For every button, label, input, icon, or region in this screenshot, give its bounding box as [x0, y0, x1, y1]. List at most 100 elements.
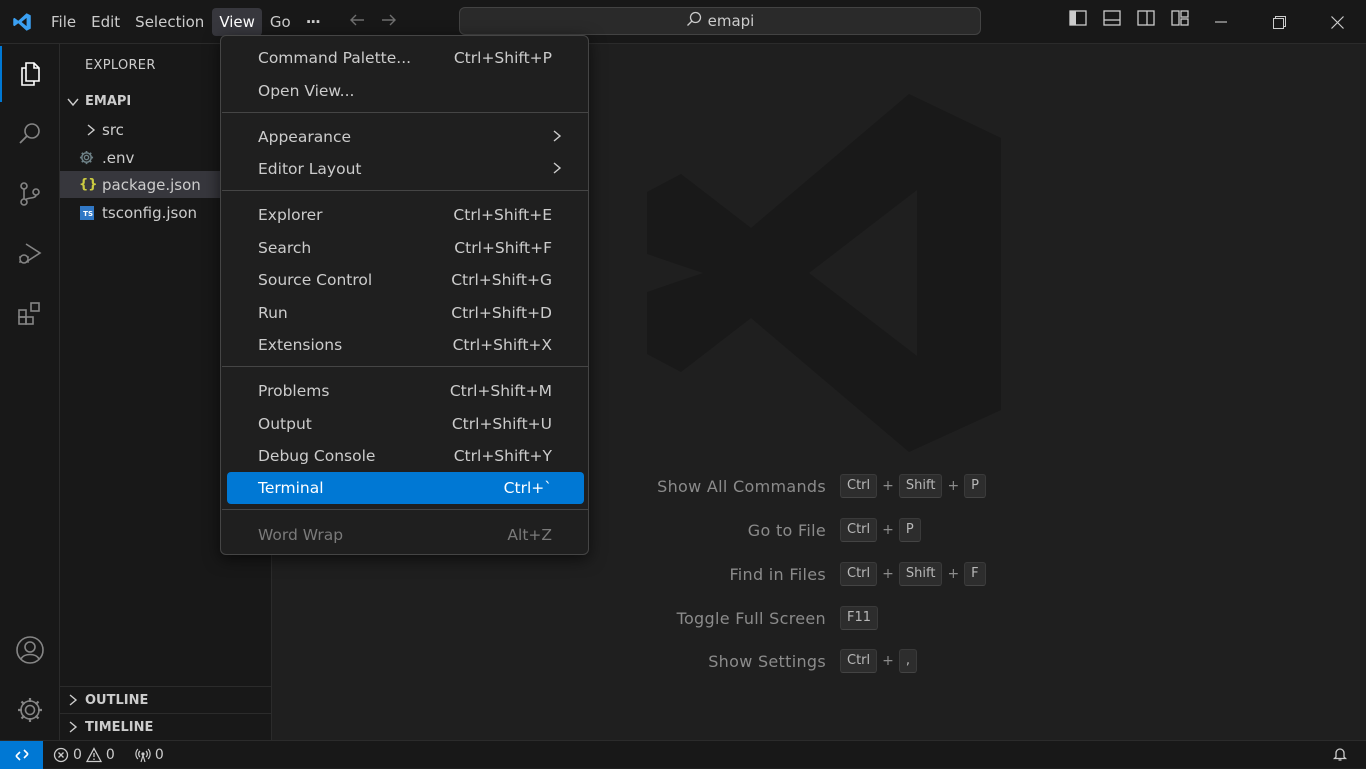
menu-item-search[interactable]: Search Ctrl+Shift+F: [227, 232, 584, 264]
remote-indicator-button[interactable]: [0, 740, 43, 769]
menu-separator: [222, 509, 588, 510]
menu-item-shortcut: Ctrl+Shift+G: [451, 271, 552, 289]
key-cap: P: [898, 518, 921, 542]
menu-item-label: Terminal: [258, 479, 324, 497]
toggle-secondary-sidebar-icon[interactable]: [1136, 8, 1156, 32]
manage-gear-icon[interactable]: [0, 682, 60, 738]
menu-item-label: Open View...: [258, 82, 355, 100]
menu-item-problems[interactable]: Problems Ctrl+Shift+M: [227, 375, 584, 407]
toggle-primary-sidebar-icon[interactable]: [1068, 8, 1088, 32]
menu-item-shortcut: Ctrl+Shift+D: [451, 304, 552, 322]
menu-item-shortcut: Ctrl+Shift+X: [452, 336, 552, 354]
menu-item-editor-layout[interactable]: Editor Layout: [227, 153, 584, 185]
layout-controls: [1068, 8, 1190, 32]
menu-item-label: Word Wrap: [258, 526, 344, 544]
accounts-activity-icon[interactable]: [0, 622, 60, 678]
shortcut-keys: F11: [840, 606, 879, 630]
menu-item-label: Problems: [258, 382, 330, 400]
shortcut-label: Show Settings: [708, 651, 826, 671]
menu-item-shortcut: Ctrl+Shift+Y: [453, 447, 552, 465]
shortcut-keys: Ctrl + P: [840, 518, 921, 542]
extensions-activity-icon[interactable]: [0, 286, 60, 342]
menu-item-run[interactable]: Run Ctrl+Shift+D: [227, 297, 584, 329]
chevron-right-icon: [66, 693, 85, 707]
window-controls: [1192, 0, 1366, 44]
shortcut-label: Show All Commands: [657, 476, 826, 496]
menu-item-word-wrap[interactable]: Word Wrap Alt+Z: [227, 519, 584, 551]
key-plus: +: [882, 478, 894, 494]
chevron-right-icon: [550, 129, 564, 147]
tree-item-label: src: [102, 120, 124, 139]
menu-edit[interactable]: Edit: [84, 8, 127, 36]
settings-gear-file-icon: [79, 150, 102, 165]
ports-status-item[interactable]: 0: [135, 747, 164, 763]
restore-button[interactable]: [1250, 0, 1308, 44]
outline-section-header[interactable]: OUTLINE: [60, 686, 271, 713]
customize-layout-icon[interactable]: [1170, 8, 1190, 32]
welcome-shortcut-toggle-full-screen: Toggle Full Screen F11: [273, 605, 1366, 631]
menu-item-debug-console[interactable]: Debug Console Ctrl+Shift+Y: [227, 440, 584, 472]
menu-item-label: Command Palette...: [258, 49, 412, 67]
menu-view[interactable]: View: [212, 7, 262, 36]
key-cap: Ctrl: [840, 649, 878, 673]
key-cap: Shift: [898, 562, 943, 586]
menu-go[interactable]: Go: [263, 8, 298, 36]
status-bar: 0 0 0: [0, 740, 1366, 769]
timeline-label: TIMELINE: [85, 719, 154, 735]
menu-item-shortcut: Ctrl+Shift+E: [453, 206, 552, 224]
menu-item-shortcut: Ctrl+Shift+P: [453, 49, 552, 67]
vscode-logo-icon: [0, 0, 44, 44]
menu-item-open-view[interactable]: Open View...: [227, 75, 584, 107]
menu-item-shortcut: Ctrl+`: [503, 479, 552, 497]
warning-count: 0: [105, 746, 115, 763]
menu-item-source-control[interactable]: Source Control Ctrl+Shift+G: [227, 264, 584, 296]
shortcut-keys: Ctrl + Shift + F: [840, 562, 986, 586]
remote-icon: [14, 748, 29, 761]
menu-item-label: Run: [258, 304, 288, 322]
toggle-panel-icon[interactable]: [1102, 8, 1122, 32]
timeline-section-header[interactable]: TIMELINE: [60, 713, 271, 740]
run-and-debug-activity-icon[interactable]: [0, 226, 60, 282]
problems-status-item[interactable]: 0 0: [53, 747, 115, 763]
navigation-arrows: [348, 11, 398, 33]
json-file-icon: {}: [79, 177, 98, 192]
explorer-activity-icon[interactable]: [0, 46, 60, 102]
shortcut-keys: Ctrl + ,: [840, 649, 918, 673]
title-bar: File Edit Selection View Go ··· emapi: [0, 0, 1366, 44]
menu-item-shortcut: Ctrl+Shift+U: [451, 415, 552, 433]
ts-badge: TS: [80, 205, 94, 220]
source-control-activity-icon[interactable]: [0, 166, 60, 222]
menu-item-label: Source Control: [258, 271, 373, 289]
menu-item-terminal[interactable]: Terminal Ctrl+`: [227, 472, 584, 504]
menu-item-label: Extensions: [258, 336, 343, 354]
key-cap: Ctrl: [840, 562, 878, 586]
key-cap: Shift: [898, 474, 943, 498]
shortcut-label: Find in Files: [729, 564, 826, 584]
menu-item-command-palette[interactable]: Command Palette... Ctrl+Shift+P: [227, 42, 584, 74]
notifications-bell-icon[interactable]: [1332, 746, 1348, 766]
warning-icon: [85, 746, 102, 762]
minimize-button[interactable]: [1192, 0, 1250, 44]
menu-item-appearance[interactable]: Appearance: [227, 121, 584, 153]
back-arrow-icon[interactable]: [348, 11, 366, 33]
menu-file[interactable]: File: [44, 8, 83, 36]
menu-selection[interactable]: Selection: [128, 8, 211, 36]
menu-separator: [222, 112, 588, 113]
menu-item-extensions[interactable]: Extensions Ctrl+Shift+X: [227, 329, 584, 361]
outline-label: OUTLINE: [85, 692, 149, 708]
key-cap: ,: [898, 649, 918, 673]
chevron-right-icon: [66, 720, 85, 734]
menu-item-label: Output: [258, 415, 312, 433]
key-plus: +: [882, 566, 894, 582]
forward-arrow-icon[interactable]: [380, 11, 398, 33]
menu-more-button[interactable]: ···: [299, 8, 327, 36]
menu-item-explorer[interactable]: Explorer Ctrl+Shift+E: [227, 199, 584, 231]
menu-item-output[interactable]: Output Ctrl+Shift+U: [227, 408, 584, 440]
menu-item-label: Debug Console: [258, 447, 376, 465]
close-window-button[interactable]: [1308, 0, 1366, 44]
command-center-search[interactable]: emapi: [459, 7, 981, 35]
error-icon: [53, 747, 69, 762]
workspace-root-label: EMAPI: [85, 94, 132, 109]
search-activity-icon[interactable]: [0, 106, 60, 162]
ports-count: 0: [154, 746, 164, 763]
